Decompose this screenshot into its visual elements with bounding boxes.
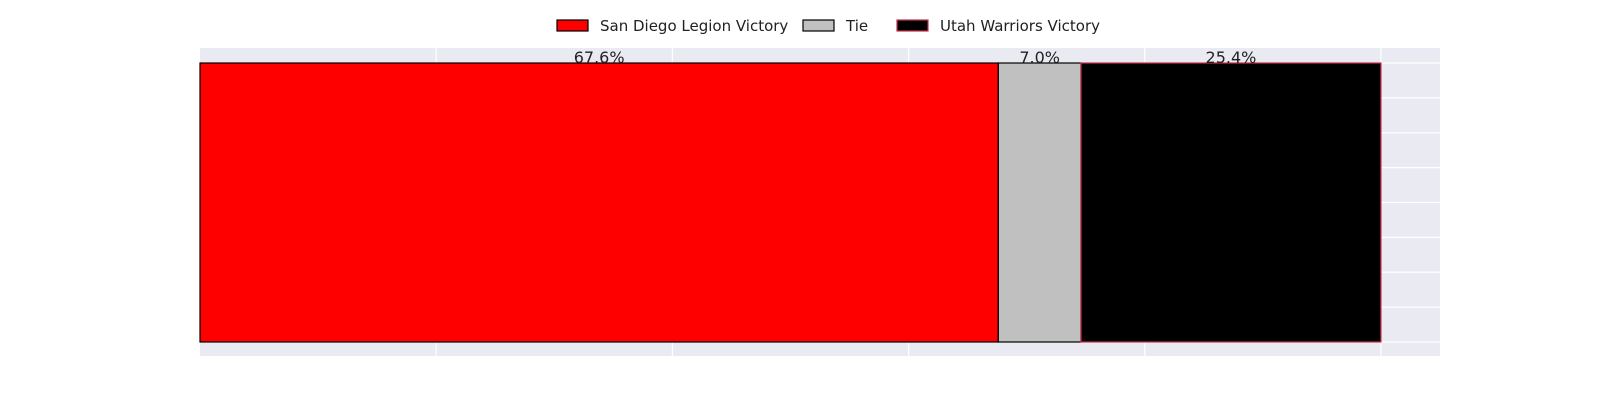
data-label-utah-warriors-victory: 25.4% bbox=[1206, 48, 1257, 67]
data-label-tie: 7.0% bbox=[1019, 48, 1060, 67]
legend-item-tie: Tie bbox=[802, 17, 868, 35]
bar-segment-san-diego-legion-victory bbox=[199, 62, 999, 343]
stacked-bar-chart: 67.6% 7.0% 25.4% San Diego Legion Victory T… bbox=[199, 17, 1440, 356]
legend-swatch bbox=[556, 19, 589, 32]
legend: San Diego Legion Victory Tie Utah Warriors… bbox=[556, 17, 1100, 35]
legend-swatch bbox=[896, 19, 929, 32]
chart-container: 67.6% 7.0% 25.4% San Diego Legion Victory T… bbox=[0, 0, 1600, 400]
legend-swatch bbox=[802, 19, 835, 32]
bar-segments bbox=[199, 62, 1382, 343]
data-label-san-diego-legion-victory: 67.6% bbox=[574, 48, 625, 67]
legend-label: Utah Warriors Victory bbox=[940, 17, 1100, 35]
legend-item-san-diego-legion-victory: San Diego Legion Victory bbox=[556, 17, 788, 35]
legend-label: Tie bbox=[845, 17, 868, 35]
bar-segment-tie bbox=[997, 62, 1082, 343]
legend-label: San Diego Legion Victory bbox=[600, 17, 788, 35]
bar-segment-utah-warriors-victory bbox=[1080, 62, 1382, 343]
legend-item-utah-warriors-victory: Utah Warriors Victory bbox=[896, 17, 1100, 35]
